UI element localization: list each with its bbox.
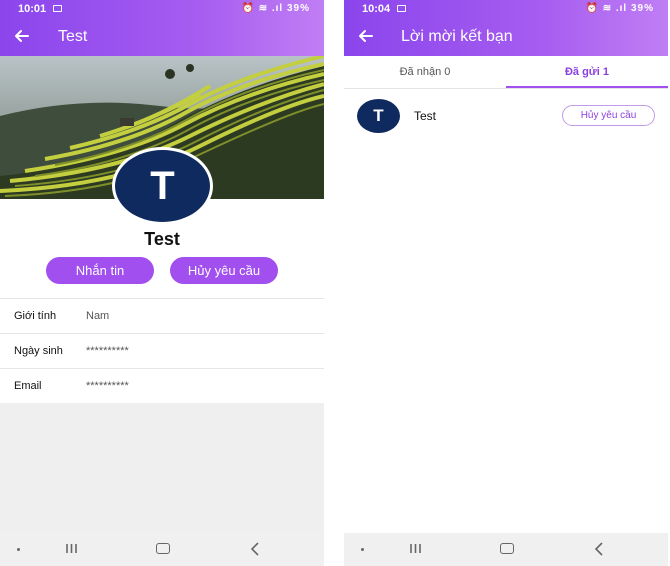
battery-text: 39% [286, 3, 310, 14]
nav-dot-icon [17, 548, 20, 551]
gallery-icon [53, 5, 62, 12]
nav-back-icon[interactable] [249, 542, 261, 556]
info-value: ********** [86, 345, 129, 357]
app-bar: 10:04 ⏰ ≋ .ıl 39% Lời mời kết bạn [344, 0, 668, 56]
status-bar: 10:04 ⏰ ≋ .ıl 39% [344, 0, 668, 18]
arrow-left-icon[interactable] [12, 26, 32, 46]
info-label: Ngày sinh [14, 345, 63, 357]
info-value: ********** [86, 380, 129, 392]
system-icons: ⏰ ≋ .ıl 39% [585, 3, 654, 14]
status-bar: 10:01 ⏰ ≋ .ıl 39% [0, 0, 324, 18]
cancel-request-button[interactable]: Hủy yêu cầu [562, 105, 655, 126]
status-time: 10:01 [18, 3, 47, 15]
avatar: T [112, 147, 213, 225]
system-nav-bar [344, 533, 668, 566]
gallery-icon [397, 5, 406, 12]
request-name: Test [414, 109, 437, 123]
system-nav-bar [0, 533, 324, 566]
cancel-request-button[interactable]: Hủy yêu cầu [170, 257, 278, 284]
active-tab-indicator [506, 86, 668, 88]
page-title: Lời mời kết bạn [401, 28, 513, 45]
battery-text: 39% [630, 3, 654, 14]
profile-screen: 10:01 ⏰ ≋ .ıl 39% Test T Test Nhắn tin H… [0, 0, 324, 566]
info-row-gender: Giới tính Nam [0, 298, 324, 332]
avatar: T [357, 99, 400, 133]
info-value: Nam [86, 310, 110, 322]
empty-area [0, 403, 324, 533]
home-icon[interactable] [500, 543, 514, 554]
arrow-left-icon[interactable] [356, 26, 376, 46]
info-label: Email [14, 380, 42, 392]
tab-received[interactable]: Đã nhận 0 [344, 56, 506, 89]
tab-sent[interactable]: Đã gửi 1 [506, 56, 668, 89]
info-label: Giới tính [14, 310, 57, 322]
app-bar: 10:01 ⏰ ≋ .ıl 39% Test [0, 0, 324, 56]
recent-apps-icon[interactable] [409, 543, 422, 554]
status-time: 10:04 [362, 3, 391, 15]
nav-back-icon[interactable] [593, 542, 605, 556]
page-title: Test [58, 28, 88, 45]
message-button[interactable]: Nhắn tin [46, 257, 154, 284]
friend-requests-screen: 10:04 ⏰ ≋ .ıl 39% Lời mời kết bạn Đã nhậ… [344, 0, 668, 566]
info-row-email: Email ********** [0, 368, 324, 402]
request-tabs: Đã nhận 0 Đã gửi 1 [344, 56, 668, 89]
home-icon[interactable] [156, 543, 170, 554]
profile-name: Test [144, 229, 180, 249]
list-item[interactable]: T Test Hủy yêu cầu [344, 96, 668, 136]
nav-dot-icon [361, 548, 364, 551]
info-row-birthday: Ngày sinh ********** [0, 333, 324, 367]
system-icons: ⏰ ≋ .ıl 39% [241, 3, 310, 14]
recent-apps-icon[interactable] [65, 543, 78, 554]
